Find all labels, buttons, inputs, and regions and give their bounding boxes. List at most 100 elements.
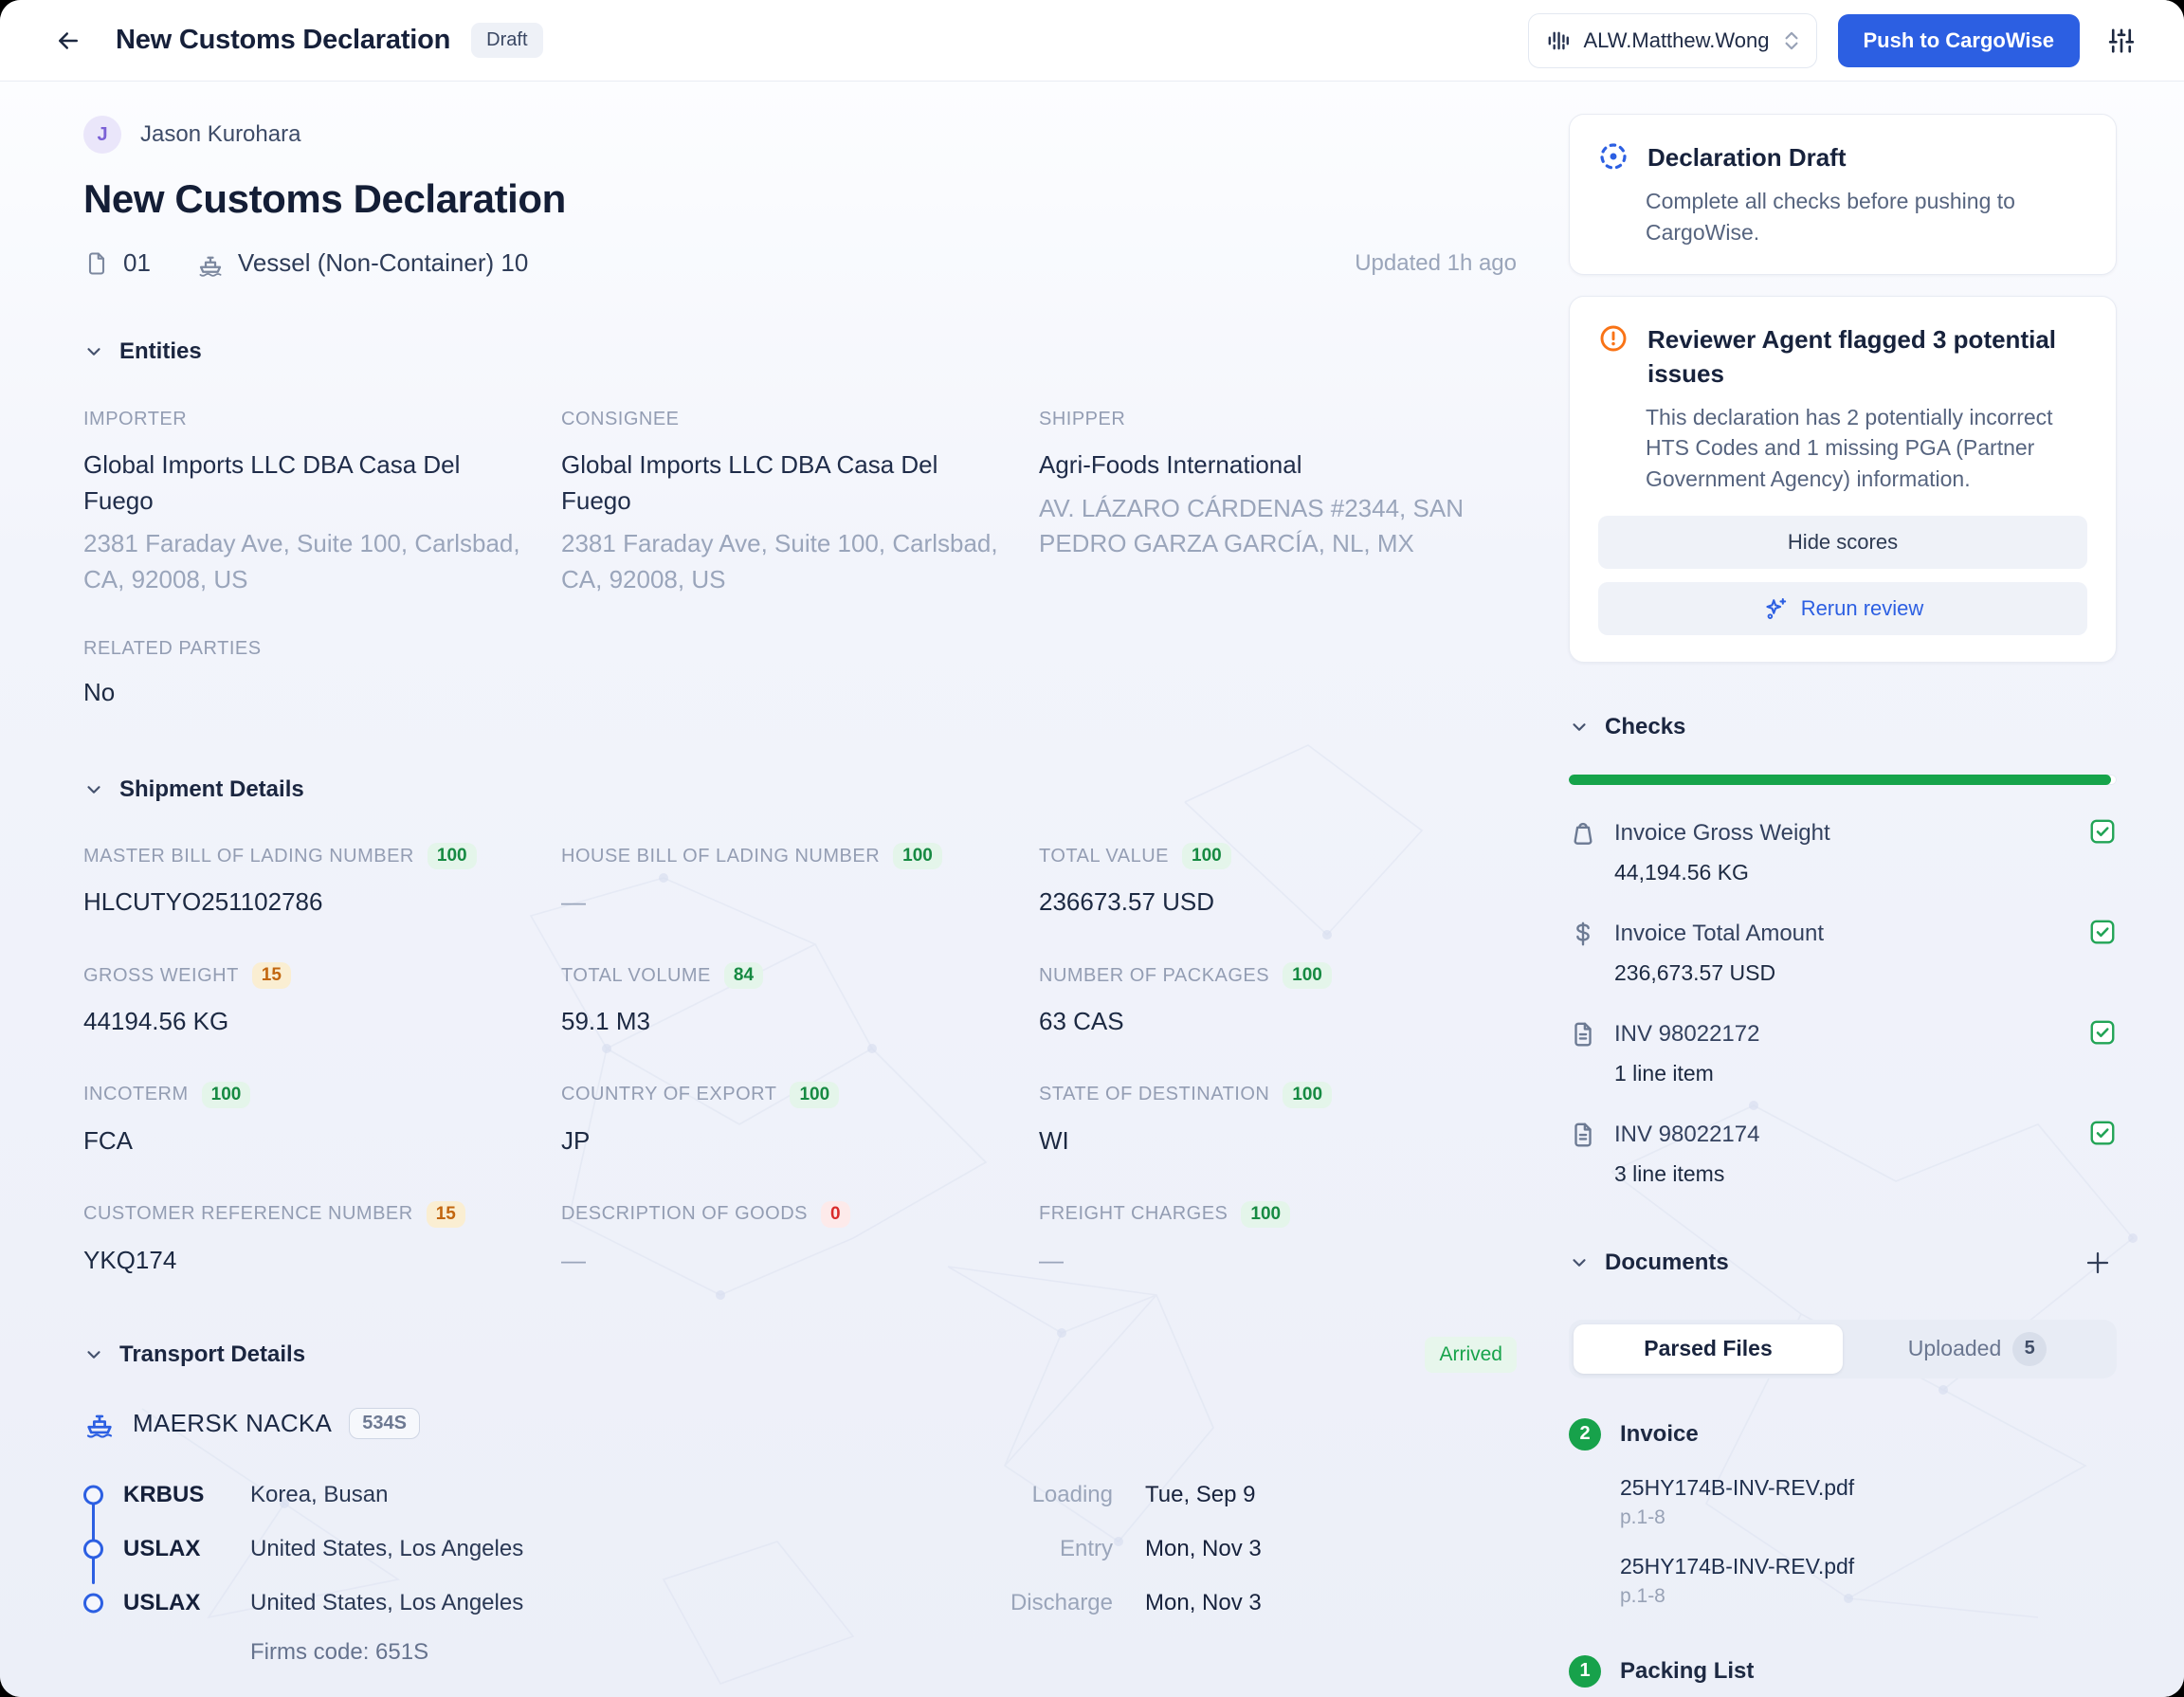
shipment-field: HOUSE BILL OF LADING NUMBER 100 —: [561, 843, 1007, 921]
field-label: CUSTOMER REFERENCE NUMBER: [83, 1203, 413, 1225]
port-code: KRBUS: [123, 1482, 228, 1508]
file-pages: p.1-8: [1620, 1585, 2117, 1608]
confidence-score-badge: 100: [790, 1082, 839, 1108]
field-value: YKQ174: [83, 1243, 529, 1279]
check-value: 44,194.56 KG: [1614, 860, 2117, 885]
checks-progress-fill: [1569, 775, 2111, 785]
field-label: TOTAL VALUE: [1039, 846, 1169, 867]
field-value: —: [561, 885, 1007, 921]
hide-scores-button[interactable]: Hide scores: [1598, 516, 2087, 569]
check-checkbox[interactable]: [2088, 918, 2117, 951]
declaration-draft-card: Declaration Draft Complete all checks be…: [1569, 114, 2117, 275]
documents-section-header[interactable]: Documents: [1569, 1244, 2117, 1282]
field-value: WI: [1039, 1123, 1484, 1159]
milestone: Loading Tue, Sep 9: [980, 1482, 1306, 1508]
field-label: GROSS WEIGHT: [83, 965, 239, 987]
check-item: INV 98022172 1 line item: [1569, 1018, 2117, 1086]
settings-sliders-button[interactable]: [2101, 20, 2142, 62]
document-group: 2 Invoice 25HY174B-INV-REV.pdf p.1-8 25H…: [1569, 1418, 2117, 1608]
shipment-section-header[interactable]: Shipment Details: [83, 776, 1517, 803]
field-value: HLCUTYO251102786: [83, 885, 529, 921]
route-stop: USLAX United States, Los Angeles Entry M…: [123, 1522, 1306, 1576]
confidence-score-badge: 100: [1283, 1082, 1332, 1108]
confidence-score-badge: 0: [821, 1201, 850, 1228]
shipment-field: TOTAL VOLUME84 59.1 M3: [561, 962, 1007, 1040]
chevron-down-icon: [83, 341, 104, 362]
field-label: FREIGHT CHARGES: [1039, 1203, 1228, 1225]
check-name: Invoice Gross Weight: [1614, 820, 1830, 847]
milestone: Entry Mon, Nov 3: [980, 1536, 1306, 1562]
draft-card-title: Declaration Draft: [1647, 141, 1847, 174]
document-file[interactable]: 25HY174B-INV-REV.pdf p.1-8: [1620, 1554, 2117, 1608]
section-title: Checks: [1605, 714, 1685, 740]
field-label: NUMBER OF PACKAGES: [1039, 965, 1269, 987]
document-icon: [83, 250, 110, 277]
section-title: Shipment Details: [119, 776, 304, 803]
confidence-score-badge: 100: [428, 843, 477, 869]
related-parties-value: No: [83, 675, 1517, 711]
check-name: Invoice Total Amount: [1614, 921, 1824, 947]
field-label: IMPORTER: [83, 409, 529, 430]
milestone-label: Entry: [980, 1536, 1113, 1562]
transport-section-header[interactable]: Transport Details Arrived: [83, 1337, 1517, 1373]
checks-section-header[interactable]: Checks: [1569, 714, 2117, 740]
file-name: 25HY174B-INV-REV.pdf: [1620, 1554, 2117, 1579]
port-code: USLAX: [123, 1536, 228, 1562]
check-value: 236,673.57 USD: [1614, 960, 2117, 986]
vessel-name: MAERSK NACKA: [133, 1409, 332, 1438]
avatar: J: [83, 116, 121, 154]
field-label: MASTER BILL OF LADING NUMBER: [83, 846, 414, 867]
back-button[interactable]: [49, 22, 87, 60]
doc-number: 01: [83, 248, 151, 278]
shipment-field: COUNTRY OF EXPORT100 JP: [561, 1082, 1007, 1159]
draft-status-icon: [1598, 141, 1629, 172]
user-selector-dropdown[interactable]: ALW.Matthew.Wong: [1528, 13, 1816, 68]
firms-code-note: Firms code: 651S: [250, 1639, 1306, 1666]
documents-tabs: Parsed Files Uploaded 5: [1569, 1320, 2117, 1378]
rerun-review-button[interactable]: Rerun review: [1598, 582, 2087, 635]
review-card-description: This declaration has 2 potentially incor…: [1646, 402, 2087, 495]
field-value: 59.1 M3: [561, 1004, 1007, 1040]
author-name: Jason Kurohara: [140, 121, 300, 148]
milestone-date: Tue, Sep 9: [1145, 1482, 1306, 1508]
check-checkbox[interactable]: [2088, 1018, 2117, 1051]
sidebar: Declaration Draft Complete all checks be…: [1569, 114, 2117, 1697]
dollar-icon: [1569, 920, 1597, 948]
confidence-score-badge: 100: [1182, 843, 1231, 869]
author-row: J Jason Kurohara: [83, 116, 1517, 154]
window-title: New Customs Declaration: [116, 25, 450, 56]
field-label: HOUSE BILL OF LADING NUMBER: [561, 846, 880, 867]
top-bar: New Customs Declaration Draft ALW.Matthe…: [0, 0, 2184, 82]
document-file[interactable]: 25HY174B-INV-REV.pdf p.1-8: [1620, 1475, 2117, 1529]
rerun-review-label: Rerun review: [1801, 596, 1924, 621]
content-area: J Jason Kurohara New Customs Declaration…: [0, 82, 2184, 1697]
tab-parsed-files[interactable]: Parsed Files: [1574, 1324, 1843, 1374]
push-to-cargowise-button[interactable]: Push to CargoWise: [1838, 14, 2081, 67]
checkbox-checked-icon: [2088, 918, 2117, 946]
check-value: 3 line items: [1614, 1161, 2117, 1187]
tab-uploaded[interactable]: Uploaded 5: [1843, 1324, 2112, 1374]
main-column: J Jason Kurohara New Customs Declaration…: [83, 82, 1517, 1697]
waveform-icon: [1546, 28, 1571, 53]
document-group: 1 Packing List 25HY174B-INV-REV.pdf p.1-…: [1569, 1655, 2117, 1697]
check-checkbox[interactable]: [2088, 1119, 2117, 1152]
milestone-date: Mon, Nov 3: [1145, 1536, 1306, 1562]
field-label: COUNTRY OF EXPORT: [561, 1084, 776, 1105]
confidence-score-badge: 100: [893, 843, 942, 869]
entities-section-header[interactable]: Entities: [83, 338, 1517, 365]
field-value: —: [1039, 1243, 1484, 1279]
review-card-title: Reviewer Agent flagged 3 potential issue…: [1647, 323, 2065, 390]
check-checkbox[interactable]: [2088, 817, 2117, 850]
route-stop: USLAX United States, Los Angeles Dischar…: [123, 1576, 1306, 1630]
field-label: INCOTERM: [83, 1084, 189, 1105]
updated-timestamp: Updated 1h ago: [1355, 250, 1517, 277]
add-document-button[interactable]: [2079, 1244, 2117, 1282]
entities-grid: IMPORTER Global Imports LLC DBA Casa Del…: [83, 409, 1517, 598]
field-value: 44194.56 KG: [83, 1004, 529, 1040]
importer-address: 2381 Faraday Ave, Suite 100, Carlsbad, C…: [83, 526, 529, 597]
alert-circle-icon: [1598, 323, 1629, 354]
checkbox-checked-icon: [2088, 817, 2117, 846]
shipment-field: MASTER BILL OF LADING NUMBER 100 HLCUTYO2…: [83, 843, 529, 921]
chevron-down-icon: [83, 1344, 104, 1365]
shipper-field: SHIPPER Agri-Foods International AV. LÁZ…: [1039, 409, 1484, 598]
